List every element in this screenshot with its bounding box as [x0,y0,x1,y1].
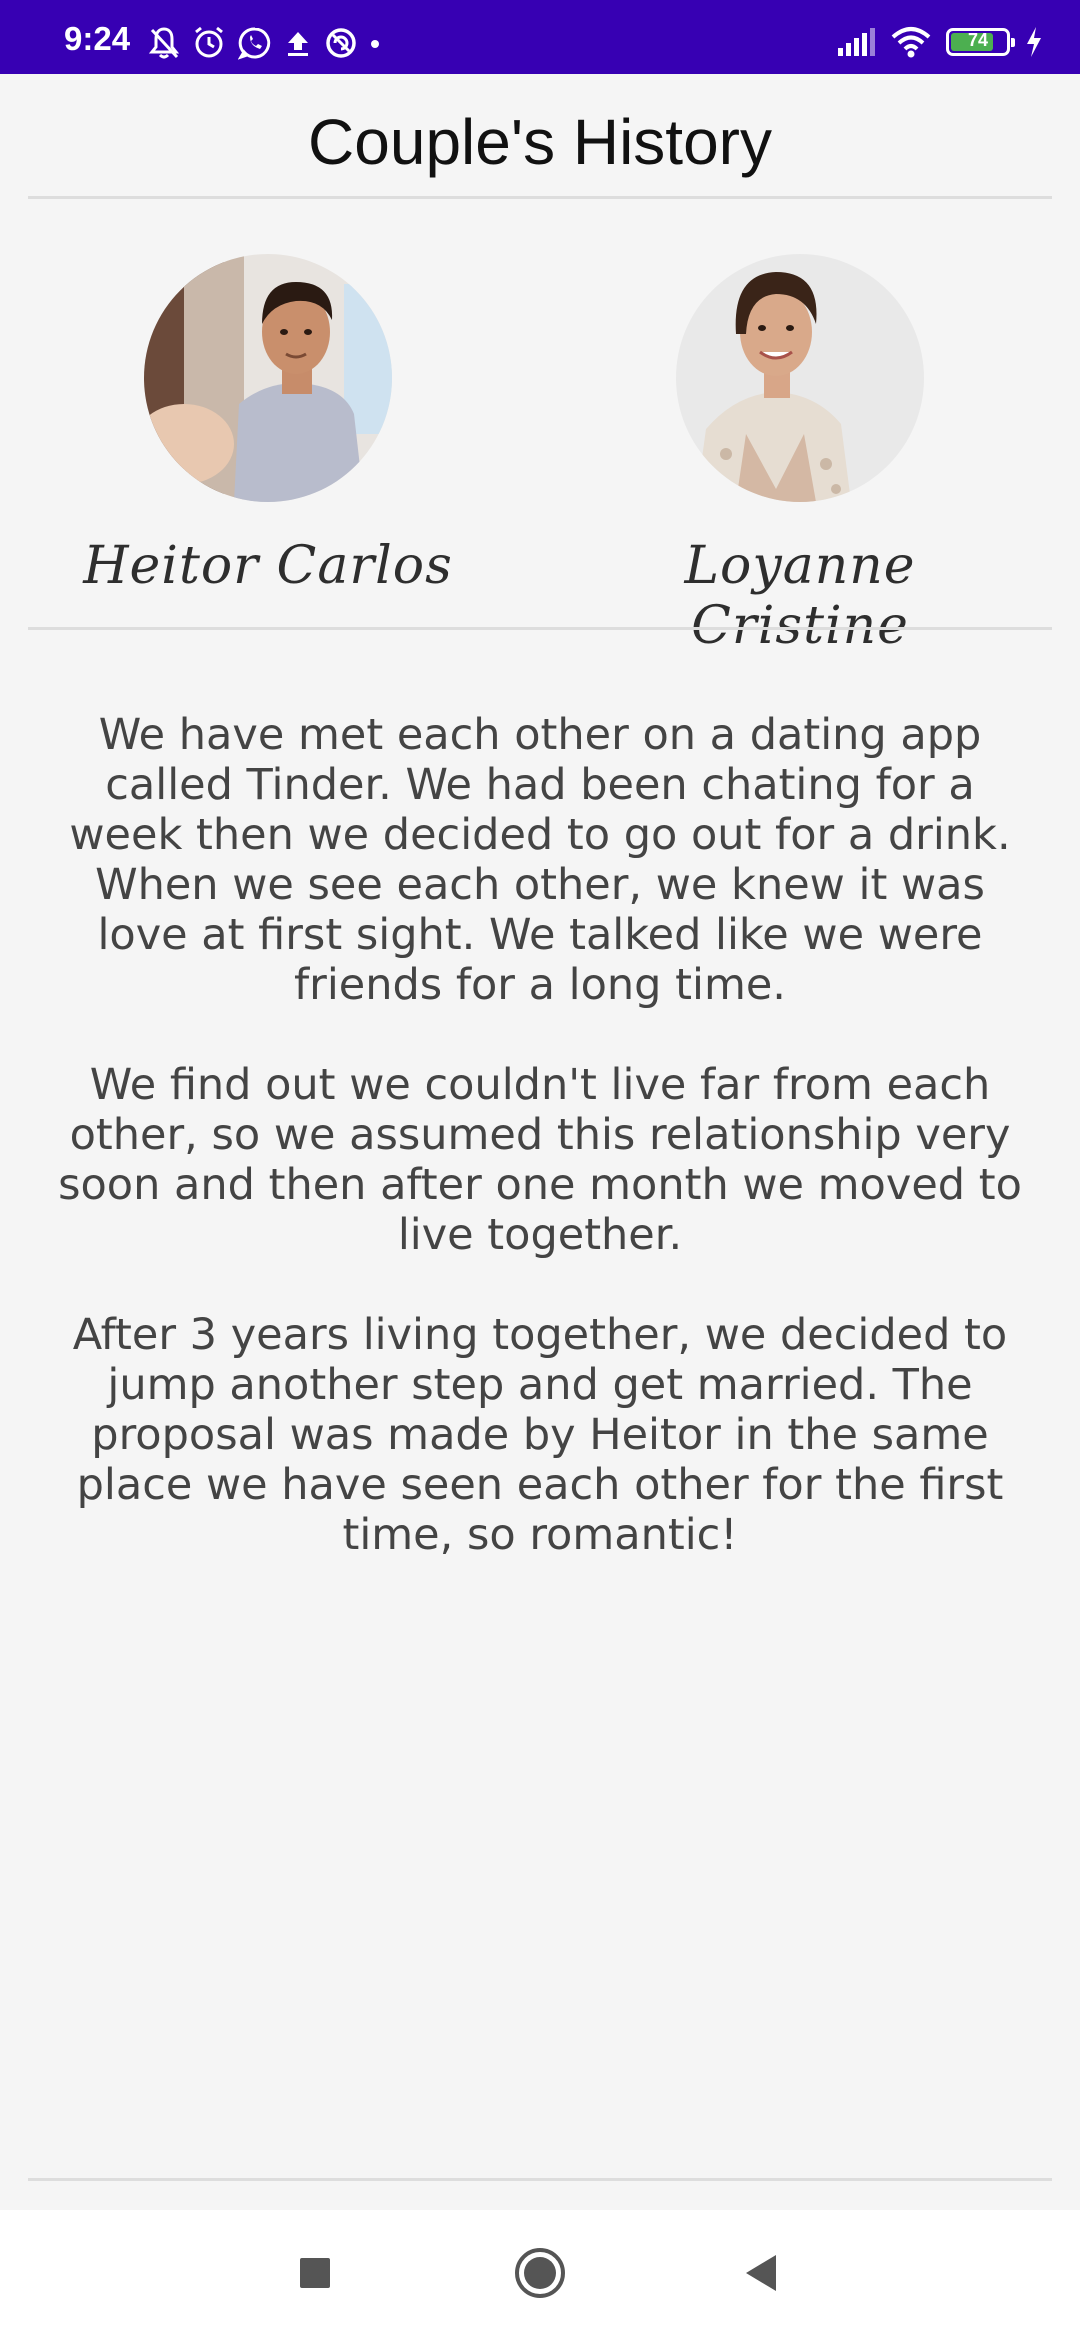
recents-button[interactable] [260,2210,370,2340]
recents-square-icon [298,2256,332,2294]
page-title: Couple's History [308,106,772,178]
status-system-icons: 74 [836,24,1044,60]
back-button[interactable] [706,2210,816,2340]
battery-level: 74 [967,30,989,50]
battery-icon: 74 [946,28,1015,56]
alarm-icon [192,26,226,60]
profile-loyanne: Loyanne Cristine [590,254,1010,656]
whatsapp-icon [238,26,272,60]
couple-story: We have met each other on a dating app c… [52,710,1028,1610]
home-circle-icon [513,2246,567,2304]
dot-icon [370,26,380,60]
signal-icon [836,26,876,58]
data-saver-icon [324,26,358,60]
charging-icon [1024,25,1044,59]
back-triangle-icon [742,2253,780,2297]
avatar-heitor [144,254,392,502]
wifi-icon [890,25,932,59]
status-notification-icons [148,26,380,60]
footer-divider [28,2178,1052,2181]
avatar-loyanne [676,254,924,502]
home-button[interactable] [485,2210,595,2340]
header-divider [28,196,1052,199]
profile-name-heitor: Heitor Carlos [83,536,453,596]
status-bar: 9:24 74 [0,0,1080,74]
story-paragraph-2: We find out we couldn't live far from ea… [58,1060,1022,1260]
story-paragraph-3: After 3 years living together, we decide… [72,1310,1008,1560]
story-paragraph-1: We have met each other on a dating app c… [69,710,1011,1010]
bell-off-icon [148,26,180,60]
profile-name-loyanne: Loyanne Cristine [684,536,916,656]
navigation-bar [0,2210,1080,2340]
profiles-divider [28,627,1052,630]
status-time: 9:24 [64,20,131,57]
profile-heitor: Heitor Carlos [58,254,478,596]
upload-icon [284,26,312,60]
